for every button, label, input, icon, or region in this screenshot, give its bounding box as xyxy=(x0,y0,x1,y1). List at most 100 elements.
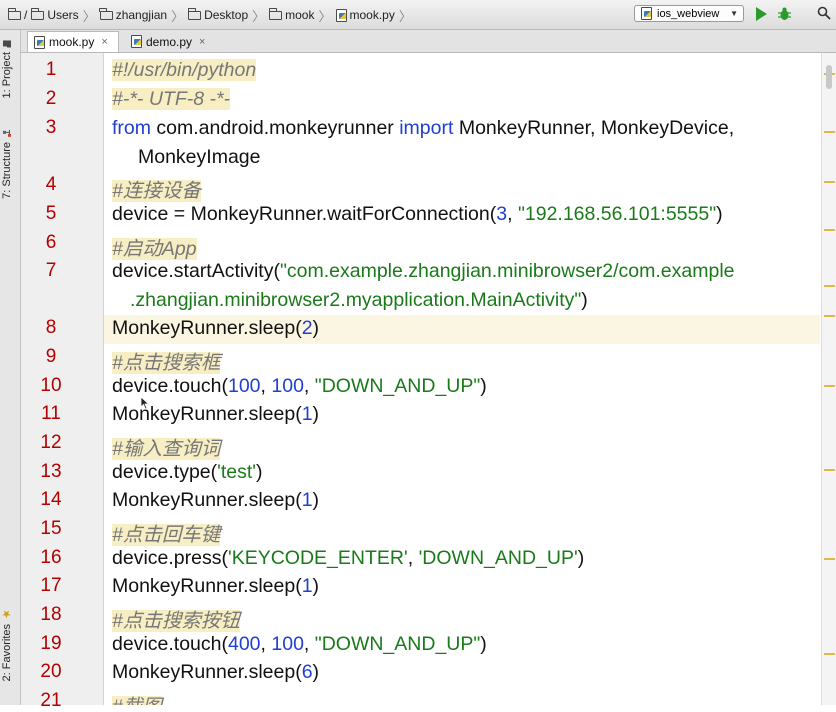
code-string: 'DOWN_AND_UP' xyxy=(418,547,578,569)
project-icon xyxy=(3,40,11,47)
breadcrumb-mook-py[interactable]: mook.py xyxy=(334,8,397,22)
code-line-wrap: .zhangjian.minibrowser2.myapplication.Ma… xyxy=(130,289,588,312)
line-number: 9 xyxy=(45,346,57,367)
code-line: device.type('test') xyxy=(112,461,263,484)
tool-window-favorites[interactable]: 2: Favorites ★ xyxy=(1,607,13,681)
code-line: #!/usr/bin/python xyxy=(112,59,257,82)
code-line: device.touch(400, 100, "DOWN_AND_UP") xyxy=(112,633,487,656)
code-number: 100 xyxy=(271,375,304,397)
code-comment: #点击搜索框 xyxy=(112,352,221,374)
mouse-pointer-icon xyxy=(140,396,150,410)
breadcrumb-desktop[interactable]: Desktop xyxy=(186,7,250,22)
line-number: 12 xyxy=(40,432,62,453)
editor-tabs: mook.py × demo.py × xyxy=(21,30,836,53)
code-string: "192.168.56.101:5555" xyxy=(517,203,717,225)
breadcrumb-mook[interactable]: mook xyxy=(267,7,316,22)
code-text: device = MonkeyRunner.waitForConnection( xyxy=(112,203,497,225)
code-string: "DOWN_AND_UP" xyxy=(314,375,481,397)
run-configuration-select[interactable]: ios_webview ▼ xyxy=(634,5,744,22)
python-file-icon xyxy=(34,35,45,49)
folder-icon xyxy=(268,7,283,20)
code-comment: #!/usr/bin/python xyxy=(112,59,257,81)
code-number: 1 xyxy=(301,489,313,511)
chevron-right-icon: 〉 xyxy=(398,8,412,24)
code-number: 6 xyxy=(301,661,313,683)
python-file-icon xyxy=(131,35,142,48)
line-number: 11 xyxy=(41,403,61,424)
scrollbar-thumb[interactable] xyxy=(826,65,832,89)
line-number: 5 xyxy=(45,203,57,224)
tool-window-label: 1: Project xyxy=(1,52,13,99)
line-number: 19 xyxy=(40,633,62,654)
warning-marker[interactable] xyxy=(824,558,835,560)
python-file-icon xyxy=(335,8,347,22)
code-text: ) xyxy=(480,375,487,397)
close-icon[interactable]: × xyxy=(199,36,205,48)
code-line: from com.android.monkeyrunner import Mon… xyxy=(112,117,734,140)
code-text: device.touch( xyxy=(112,375,228,397)
warning-marker[interactable] xyxy=(824,653,835,655)
structure-icon xyxy=(3,130,11,137)
code-line: device = MonkeyRunner.waitForConnection(… xyxy=(112,203,723,226)
code-text: ) xyxy=(577,547,585,569)
tool-window-structure[interactable]: 7: Structure xyxy=(1,128,13,199)
chevron-right-icon: 〉 xyxy=(82,8,96,24)
search-icon[interactable] xyxy=(817,6,831,20)
breadcrumb-users[interactable]: Users xyxy=(29,7,80,22)
tool-window-project[interactable]: 1: Project xyxy=(1,38,13,98)
code-text: MonkeyImage xyxy=(138,146,261,168)
code-editor[interactable]: #!/usr/bin/python #-*- UTF-8 -*- from co… xyxy=(104,53,820,705)
code-line: device.startActivity("com.example.zhangj… xyxy=(112,260,735,283)
code-line: MonkeyRunner.sleep(1) xyxy=(112,575,319,598)
code-string: "com.example.zhangjian.minibrowser2/com.… xyxy=(279,260,735,282)
tab-mook-py[interactable]: mook.py × xyxy=(27,31,119,52)
code-keyword: from xyxy=(112,117,151,139)
line-number: 6 xyxy=(45,232,57,253)
error-stripe-scrollbar[interactable] xyxy=(821,53,836,705)
tool-window-label: 7: Structure xyxy=(1,142,13,199)
star-icon: ★ xyxy=(1,607,13,620)
code-line: #输入查询词 xyxy=(112,432,221,461)
code-line: MonkeyRunner.sleep(2) xyxy=(112,317,319,340)
code-keyword: import xyxy=(399,117,454,139)
code-string: "DOWN_AND_UP" xyxy=(314,633,481,655)
code-comment: #点击搜索按钮 xyxy=(112,610,240,632)
warning-marker[interactable] xyxy=(824,385,835,387)
code-text: ) xyxy=(312,317,320,339)
debug-icon[interactable] xyxy=(777,6,792,21)
line-number: 17 xyxy=(40,575,62,596)
breadcrumb-root[interactable]: / xyxy=(6,7,29,22)
code-string: .zhangjian.minibrowser2.myapplication.Ma… xyxy=(130,289,582,311)
code-line-wrap: MonkeyImage xyxy=(138,146,260,169)
code-text: device.press( xyxy=(112,547,228,569)
run-configuration-label: ios_webview xyxy=(657,7,720,20)
tab-demo-py[interactable]: demo.py × xyxy=(125,31,217,52)
code-text: ) xyxy=(312,489,320,511)
warning-marker[interactable] xyxy=(824,131,835,133)
breadcrumb-label: Desktop xyxy=(204,8,249,22)
warning-marker[interactable] xyxy=(824,181,835,183)
run-icon[interactable] xyxy=(756,7,767,21)
folder-icon xyxy=(187,7,202,20)
breadcrumb-label: mook xyxy=(285,8,315,22)
line-number: 2 xyxy=(45,88,57,109)
warning-marker[interactable] xyxy=(824,229,835,231)
code-text: , xyxy=(260,375,272,397)
code-text: device.type( xyxy=(112,461,218,483)
warning-marker[interactable] xyxy=(824,469,835,471)
code-text: ) xyxy=(312,661,320,683)
code-text: ) xyxy=(256,461,263,483)
line-number: 4 xyxy=(45,174,57,195)
code-line: #连接设备 xyxy=(112,174,201,203)
warning-marker[interactable] xyxy=(824,315,835,317)
close-icon[interactable]: × xyxy=(101,36,107,48)
tab-label: mook.py xyxy=(49,35,95,49)
code-comment: #输入查询词 xyxy=(112,438,221,460)
code-text: ) xyxy=(581,289,588,311)
line-number: 18 xyxy=(40,604,62,625)
warning-marker[interactable] xyxy=(824,285,835,287)
breadcrumb-zhangjian[interactable]: zhangjian xyxy=(98,7,169,22)
code-text: MonkeyRunner.sleep( xyxy=(112,317,302,339)
code-text: , xyxy=(507,203,518,225)
code-line: #启动App xyxy=(112,232,197,261)
